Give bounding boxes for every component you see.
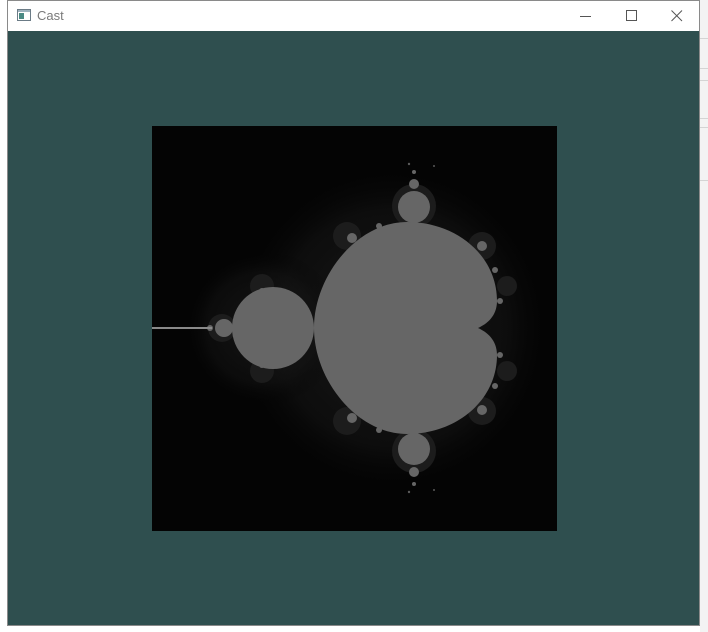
background-app-edge bbox=[700, 0, 708, 632]
cast-window: Cast bbox=[7, 0, 700, 626]
background-divider bbox=[700, 127, 708, 128]
background-divider bbox=[700, 180, 708, 181]
mandelbrot-canvas bbox=[152, 126, 557, 531]
client-area bbox=[8, 31, 699, 625]
title-bar[interactable]: Cast bbox=[8, 1, 699, 31]
background-divider bbox=[700, 80, 708, 81]
maximize-button[interactable] bbox=[609, 1, 655, 31]
background-divider bbox=[700, 118, 708, 119]
mandelbrot-render bbox=[152, 126, 557, 531]
close-icon bbox=[671, 10, 683, 22]
window-title: Cast bbox=[37, 8, 64, 23]
maximize-icon bbox=[626, 10, 637, 21]
background-divider bbox=[700, 38, 708, 39]
minimize-button[interactable] bbox=[563, 1, 609, 31]
close-button[interactable] bbox=[654, 1, 700, 31]
background-divider bbox=[700, 68, 708, 69]
minimize-icon bbox=[580, 16, 591, 17]
app-window-icon bbox=[17, 9, 31, 21]
